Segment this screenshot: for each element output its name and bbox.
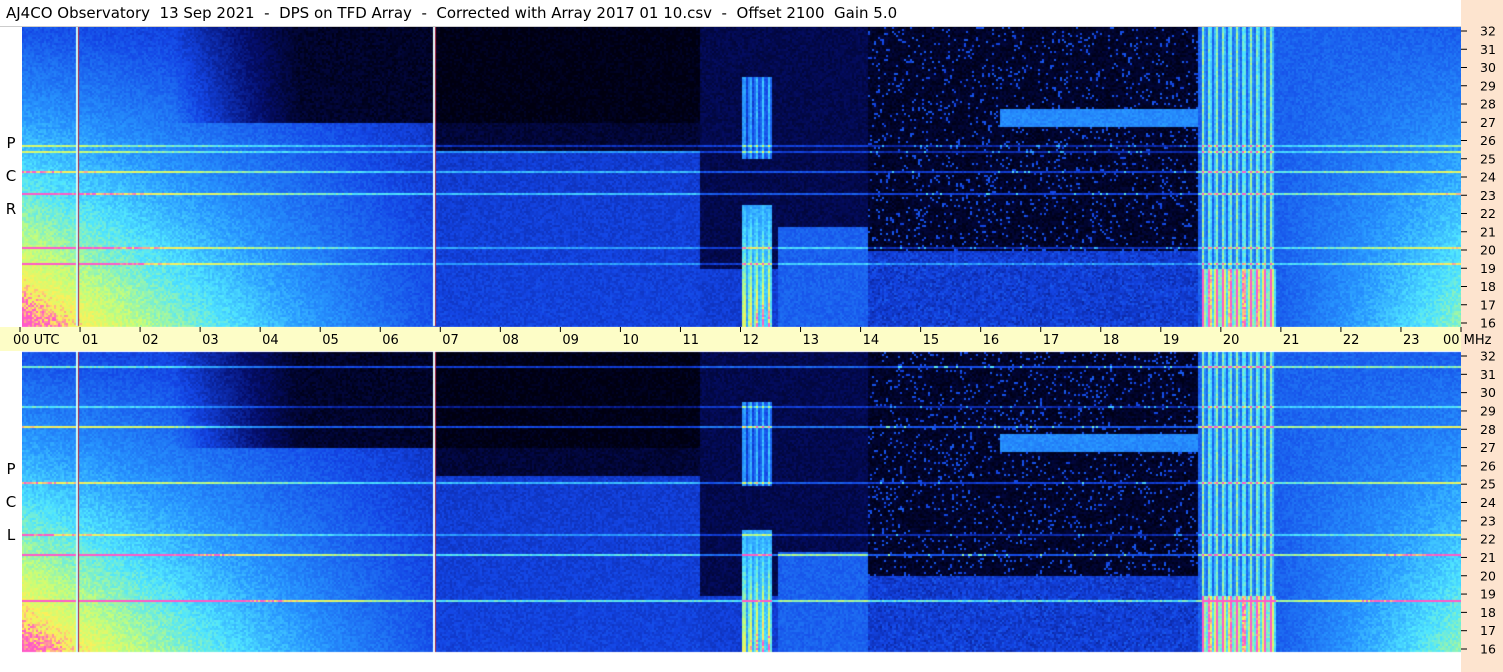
freq-tick-label: 21 — [1480, 224, 1496, 239]
time-tick-label: 03 — [202, 333, 219, 348]
freq-tick-label: 24 — [1480, 495, 1496, 510]
freq-tick-label: 20 — [1480, 568, 1496, 583]
freq-tick-label: 25 — [1480, 477, 1496, 492]
time-tick-label: 02 — [142, 333, 159, 348]
freq-tick-label: 17 — [1480, 297, 1496, 312]
freq-tick-label: 22 — [1480, 532, 1496, 547]
freq-tick-label: 27 — [1480, 440, 1496, 455]
freq-tick-label: 30 — [1480, 60, 1496, 75]
freq-tick-label: 18 — [1480, 279, 1496, 294]
freq-tick-label: 29 — [1480, 78, 1496, 93]
time-tick-label: 05 — [322, 333, 339, 348]
time-tick-label: 13 — [803, 333, 820, 348]
freq-tick-label: 23 — [1480, 513, 1496, 528]
freq-tick-label: 18 — [1480, 605, 1496, 620]
time-tick-label: 00 MHz — [1443, 333, 1492, 348]
freq-tick-label: 31 — [1480, 42, 1496, 57]
freq-tick-label: 26 — [1480, 458, 1496, 473]
time-tick-label: 18 — [1103, 333, 1120, 348]
time-tick-label: 04 — [262, 333, 279, 348]
freq-tick-label: 27 — [1480, 115, 1496, 130]
freq-tick-label: 19 — [1480, 587, 1496, 602]
axes-overlay: 00 UTC 01 02 03 04 05 06 07 08 09 10 11 12 13 14 15 16 17… — [13, 24, 1496, 657]
time-tick-label: 17 — [1043, 333, 1060, 348]
freq-tick-label: 29 — [1480, 403, 1496, 418]
time-tick-label: 11 — [682, 333, 699, 348]
time-tick-label: 16 — [983, 333, 1000, 348]
time-tick-label: 06 — [382, 333, 399, 348]
time-tick-label: 14 — [863, 333, 880, 348]
time-tick-label: 23 — [1403, 333, 1420, 348]
freq-tick-label: 16 — [1480, 316, 1496, 331]
time-tick-label: 01 — [82, 333, 99, 348]
freq-tick-label: 30 — [1480, 385, 1496, 400]
freq-tick-label: 17 — [1480, 623, 1496, 638]
time-tick-label: 15 — [923, 333, 940, 348]
time-tick-label: 12 — [743, 333, 760, 348]
freq-tick-label: 21 — [1480, 550, 1496, 565]
freq-tick-label: 24 — [1480, 170, 1496, 185]
time-tick-label: 20 — [1223, 333, 1240, 348]
freq-tick-label: 32 — [1480, 349, 1496, 364]
freq-tick-label: 32 — [1480, 24, 1496, 39]
freq-tick-label: 16 — [1480, 642, 1496, 657]
time-tick-label: 10 — [622, 333, 639, 348]
time-tick-label: 07 — [442, 333, 459, 348]
time-tick-label: 19 — [1163, 333, 1180, 348]
time-tick-label: 22 — [1343, 333, 1360, 348]
time-tick-label: 08 — [502, 333, 519, 348]
freq-tick-label: 26 — [1480, 133, 1496, 148]
freq-tick-label: 19 — [1480, 261, 1496, 276]
time-tick-label: 21 — [1283, 333, 1300, 348]
time-tick-label: 00 UTC — [13, 333, 59, 348]
time-tick-label: 09 — [562, 333, 579, 348]
freq-tick-label: 25 — [1480, 151, 1496, 166]
freq-tick-label: 20 — [1480, 243, 1496, 258]
freq-tick-label: 28 — [1480, 97, 1496, 112]
freq-tick-label: 31 — [1480, 367, 1496, 382]
freq-tick-label: 28 — [1480, 422, 1496, 437]
freq-tick-label: 23 — [1480, 188, 1496, 203]
freq-tick-label: 22 — [1480, 206, 1496, 221]
